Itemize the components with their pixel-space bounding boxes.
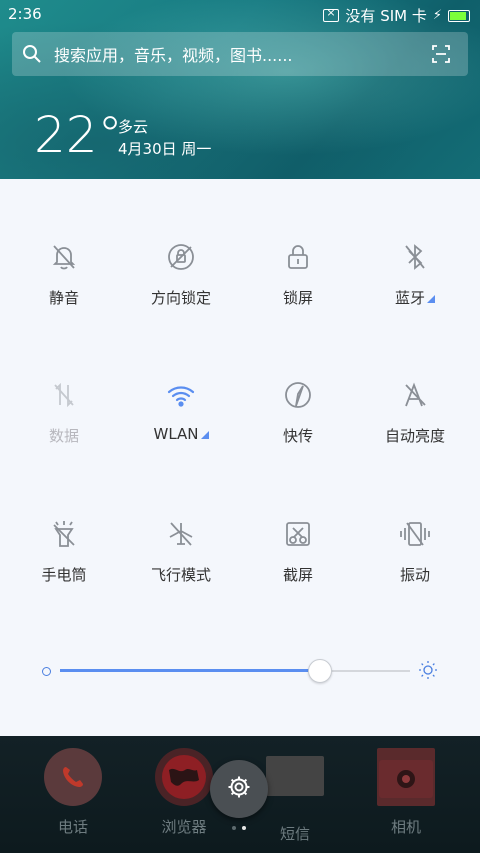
quick-transfer-icon: [238, 375, 358, 415]
phone-icon: [44, 748, 102, 806]
settings-button[interactable]: [210, 760, 268, 818]
tile-flashlight[interactable]: 手电筒: [4, 514, 124, 614]
sim-status-text: 没有 SIM 卡: [345, 7, 427, 25]
screenshot-icon: [238, 514, 358, 554]
wallpaper-header: 2:36 没有 SIM 卡 ⚡ 搜索应用，音乐，视频，图书...... 22° …: [0, 0, 480, 179]
expand-indicator-icon: [200, 431, 209, 439]
brightness-slider[interactable]: [40, 659, 440, 683]
app-label: 电话: [57, 818, 88, 836]
gear-icon: [227, 775, 251, 803]
bluetooth-icon: [355, 237, 475, 277]
camera-icon: [377, 748, 435, 806]
status-bar: 2:36 没有 SIM 卡 ⚡: [0, 0, 480, 28]
tile-label: 自动亮度: [384, 427, 445, 445]
tile-airplane[interactable]: 飞行模式: [121, 514, 241, 614]
app-camera[interactable]: 相机: [361, 748, 451, 837]
messages-icon: [266, 756, 324, 796]
battery-icon: [448, 9, 470, 22]
page-dot-active: [242, 826, 246, 830]
tile-wlan[interactable]: WLAN: [121, 375, 241, 475]
app-label: 浏览器: [161, 818, 207, 836]
search-icon: [22, 44, 52, 64]
brightness-fill: [60, 669, 319, 672]
tile-label: 方向锁定: [150, 289, 211, 307]
tile-screenshot[interactable]: 截屏: [238, 514, 358, 614]
scan-icon[interactable]: [426, 45, 456, 63]
tile-lock-screen[interactable]: 锁屏: [238, 237, 358, 337]
wifi-icon: [121, 375, 241, 415]
tile-label: 蓝牙: [355, 287, 475, 308]
tile-label: 截屏: [282, 566, 313, 584]
weather-date: 4月30日 周一: [118, 140, 212, 158]
tile-bluetooth[interactable]: 蓝牙: [355, 237, 475, 337]
tile-auto-brightness[interactable]: 自动亮度: [355, 375, 475, 475]
tile-label: 振动: [399, 566, 430, 584]
clock: 2:36: [8, 5, 42, 23]
tile-label: 手电筒: [41, 566, 87, 584]
search-input[interactable]: 搜索应用，音乐，视频，图书......: [54, 42, 426, 66]
tile-label: WLAN: [121, 425, 241, 443]
app-label: 相机: [390, 818, 421, 836]
browser-icon: [155, 748, 213, 806]
tile-quick-transfer[interactable]: 快传: [238, 375, 358, 475]
page-indicator: [232, 826, 246, 830]
app-label: 短信: [279, 825, 310, 843]
tile-label: 锁屏: [282, 289, 313, 307]
temperature: 22°: [34, 106, 123, 164]
lock-icon: [238, 237, 358, 277]
quick-settings-panel: 静音 方向锁定 锁屏 蓝牙 数据 WLAN 快传 自动亮度 手电筒 飞行模式 截…: [0, 179, 480, 736]
tile-mobile-data[interactable]: 数据: [4, 375, 124, 475]
tile-vibrate[interactable]: 振动: [355, 514, 475, 614]
search-bar[interactable]: 搜索应用，音乐，视频，图书......: [12, 32, 468, 76]
tile-label: 数据: [48, 427, 79, 445]
charging-icon: ⚡: [432, 8, 442, 23]
auto-brightness-icon: [355, 375, 475, 415]
weather-condition: 多云: [118, 118, 149, 136]
tile-rotation-lock[interactable]: 方向锁定: [121, 237, 241, 337]
tile-label: 静音: [48, 289, 79, 307]
tile-label: 快传: [282, 427, 313, 445]
page-dot: [232, 826, 236, 830]
expand-indicator-icon: [427, 295, 435, 303]
tile-label: 飞行模式: [150, 566, 211, 584]
bell-off-icon: [4, 237, 124, 277]
brightness-thumb[interactable]: [308, 659, 332, 683]
mobile-data-icon: [4, 375, 124, 415]
flashlight-icon: [4, 514, 124, 554]
tile-mute[interactable]: 静音: [4, 237, 124, 337]
weather-widget[interactable]: 22° 多云 4月30日 周一: [34, 106, 211, 164]
airplane-icon: [121, 514, 241, 554]
brightness-high-icon: [418, 660, 438, 684]
vibrate-icon: [355, 514, 475, 554]
app-phone[interactable]: 电话: [28, 748, 118, 837]
no-sim-icon: [323, 6, 340, 22]
brightness-low-icon: [42, 667, 51, 676]
rotation-lock-icon: [121, 237, 241, 277]
